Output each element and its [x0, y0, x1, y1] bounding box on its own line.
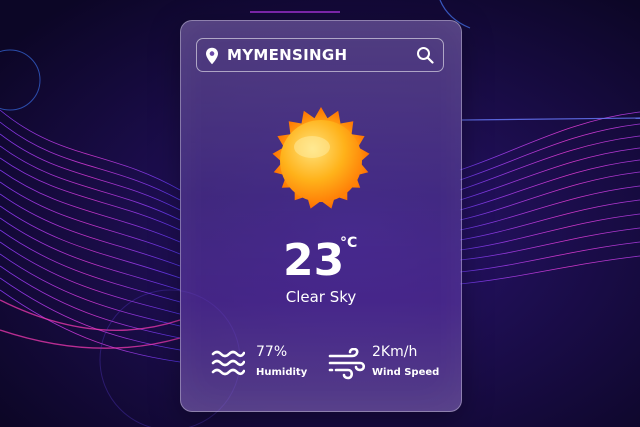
weather-app-screen: MYMENSINGH 23 °C Clear Sky 77% Humidity … [0, 0, 640, 427]
city-name[interactable]: MYMENSINGH [227, 39, 347, 71]
humidity-value: 77% [256, 344, 288, 360]
temperature-value: 23 [283, 235, 345, 286]
temperature-unit: °C [340, 235, 358, 251]
humidity-label: Humidity [256, 367, 308, 378]
wind-speed-label: Wind Speed [372, 367, 440, 378]
wind-speed-value: 2Km/h [372, 344, 418, 360]
humidity-waves-icon [211, 350, 245, 376]
search-icon[interactable] [416, 46, 434, 64]
temperature-display: 23 °C [181, 231, 461, 291]
wind-icon [328, 348, 366, 380]
weather-card: MYMENSINGH 23 °C Clear Sky 77% Humidity … [180, 20, 462, 412]
location-pin-icon [206, 47, 218, 65]
sun-icon [272, 107, 370, 209]
weather-condition: Clear Sky [285, 288, 357, 306]
wind-stat: 2Km/h Wind Speed [328, 344, 453, 384]
humidity-stat: 77% Humidity [211, 344, 321, 384]
city-search-bar[interactable]: MYMENSINGH [196, 38, 444, 72]
